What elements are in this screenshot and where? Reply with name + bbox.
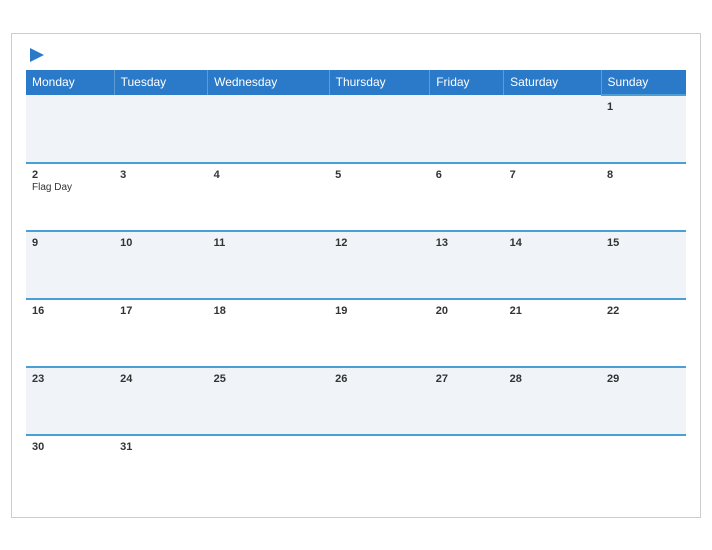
calendar-cell: 23	[26, 367, 114, 435]
weekday-header-monday: Monday	[26, 70, 114, 95]
calendar-cell: 9	[26, 231, 114, 299]
calendar-cell	[504, 435, 601, 503]
day-number: 11	[214, 237, 324, 249]
calendar-cell	[329, 435, 430, 503]
calendar-cell: 21	[504, 299, 601, 367]
week-row-5: 23 24 25 26 27 28 29	[26, 367, 686, 435]
weekday-header-tuesday: Tuesday	[114, 70, 208, 95]
calendar-cell: 24	[114, 367, 208, 435]
calendar-cell	[208, 95, 330, 163]
day-number: 16	[32, 305, 108, 317]
day-number: 20	[436, 305, 498, 317]
calendar-header	[26, 44, 686, 64]
day-number: 25	[214, 373, 324, 385]
calendar-cell: 30	[26, 435, 114, 503]
calendar-cell	[26, 95, 114, 163]
calendar-table: MondayTuesdayWednesdayThursdayFridaySatu…	[26, 70, 686, 503]
calendar-cell: 22	[601, 299, 686, 367]
day-number: 26	[335, 373, 424, 385]
week-row-1: 1	[26, 95, 686, 163]
calendar-cell: 20	[430, 299, 504, 367]
day-number: 4	[214, 169, 324, 181]
day-event: Flag Day	[32, 182, 108, 193]
day-number: 19	[335, 305, 424, 317]
calendar-cell: 31	[114, 435, 208, 503]
day-number: 17	[120, 305, 202, 317]
calendar-cell: 6	[430, 163, 504, 231]
calendar-cell: 15	[601, 231, 686, 299]
weekday-header-wednesday: Wednesday	[208, 70, 330, 95]
calendar-cell	[601, 435, 686, 503]
day-number: 8	[607, 169, 680, 181]
calendar-cell: 7	[504, 163, 601, 231]
week-row-4: 16 17 18 19 20 21 22	[26, 299, 686, 367]
day-number: 18	[214, 305, 324, 317]
logo-flag-icon	[28, 46, 46, 64]
calendar-container: MondayTuesdayWednesdayThursdayFridaySatu…	[11, 33, 701, 518]
calendar-cell: 25	[208, 367, 330, 435]
weekday-header-friday: Friday	[430, 70, 504, 95]
calendar-cell	[504, 95, 601, 163]
calendar-cell: 19	[329, 299, 430, 367]
day-number: 22	[607, 305, 680, 317]
calendar-cell	[208, 435, 330, 503]
weekday-header-thursday: Thursday	[329, 70, 430, 95]
day-number: 1	[607, 101, 680, 113]
weekday-header-sunday: Sunday	[601, 70, 686, 95]
calendar-cell: 2Flag Day	[26, 163, 114, 231]
calendar-cell: 10	[114, 231, 208, 299]
calendar-cell	[329, 95, 430, 163]
calendar-cell: 4	[208, 163, 330, 231]
calendar-cell	[114, 95, 208, 163]
calendar-cell: 29	[601, 367, 686, 435]
day-number: 23	[32, 373, 108, 385]
day-number: 3	[120, 169, 202, 181]
calendar-cell: 13	[430, 231, 504, 299]
calendar-cell	[430, 95, 504, 163]
calendar-cell: 26	[329, 367, 430, 435]
day-number: 9	[32, 237, 108, 249]
calendar-cell: 1	[601, 95, 686, 163]
day-number: 13	[436, 237, 498, 249]
day-number: 27	[436, 373, 498, 385]
calendar-cell: 12	[329, 231, 430, 299]
calendar-body: 12Flag Day345678910111213141516171819202…	[26, 95, 686, 503]
day-number: 29	[607, 373, 680, 385]
day-number: 24	[120, 373, 202, 385]
day-number: 12	[335, 237, 424, 249]
day-number: 28	[510, 373, 595, 385]
week-row-3: 9 10 11 12 13 14 15	[26, 231, 686, 299]
calendar-cell: 11	[208, 231, 330, 299]
weekday-header-saturday: Saturday	[504, 70, 601, 95]
calendar-cell: 17	[114, 299, 208, 367]
calendar-cell: 8	[601, 163, 686, 231]
day-number: 31	[120, 441, 202, 453]
logo	[26, 44, 46, 64]
day-number: 5	[335, 169, 424, 181]
week-row-2: 2Flag Day 345678	[26, 163, 686, 231]
calendar-cell: 3	[114, 163, 208, 231]
calendar-cell: 28	[504, 367, 601, 435]
day-number: 14	[510, 237, 595, 249]
calendar-cell: 16	[26, 299, 114, 367]
day-number: 30	[32, 441, 108, 453]
calendar-cell	[430, 435, 504, 503]
day-number: 7	[510, 169, 595, 181]
calendar-cell: 18	[208, 299, 330, 367]
week-row-6: 30 31	[26, 435, 686, 503]
day-number: 15	[607, 237, 680, 249]
calendar-thead: MondayTuesdayWednesdayThursdayFridaySatu…	[26, 70, 686, 95]
day-number: 21	[510, 305, 595, 317]
day-number: 10	[120, 237, 202, 249]
day-number: 6	[436, 169, 498, 181]
day-number: 2	[32, 169, 108, 181]
weekday-header-row: MondayTuesdayWednesdayThursdayFridaySatu…	[26, 70, 686, 95]
calendar-cell: 5	[329, 163, 430, 231]
calendar-cell: 27	[430, 367, 504, 435]
calendar-cell: 14	[504, 231, 601, 299]
